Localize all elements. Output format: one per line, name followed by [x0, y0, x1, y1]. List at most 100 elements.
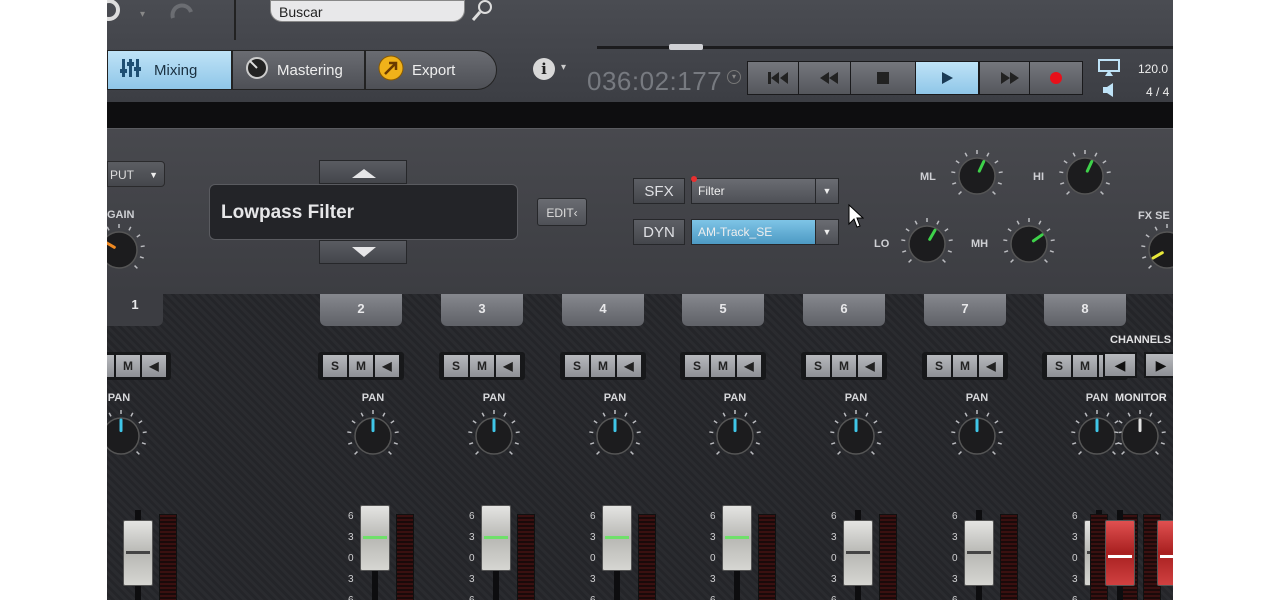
stop-button[interactable]	[850, 61, 916, 95]
channel-6-fader[interactable]	[843, 520, 873, 586]
speaker-mute-icon[interactable]: ◀	[858, 355, 882, 377]
eq-hi-knob[interactable]	[1057, 148, 1113, 204]
solo-button[interactable]: S	[685, 355, 709, 377]
channel-tab-2[interactable]: 2	[320, 294, 402, 326]
channel-4-solo-mute: S M ◀	[560, 352, 646, 380]
eq-lo-knob[interactable]	[899, 216, 955, 272]
channel-3-fader[interactable]	[481, 505, 511, 571]
fader-scale-label: 3	[710, 532, 716, 543]
dyn-button[interactable]: DYN	[633, 219, 685, 245]
edit-button-label: EDIT	[546, 206, 574, 220]
gain-knob[interactable]	[107, 222, 147, 278]
fader-scale-label: 6	[831, 511, 837, 522]
search-input[interactable]: Buscar	[270, 0, 465, 22]
edit-button[interactable]: EDIT‹	[537, 198, 587, 226]
speaker-mute-icon[interactable]: ◀	[979, 355, 1003, 377]
mute-button[interactable]: M	[953, 355, 977, 377]
speaker-mute-icon[interactable]: ◀	[496, 355, 520, 377]
solo-button[interactable]: S	[806, 355, 830, 377]
tab-mastering[interactable]: Mastering	[232, 50, 365, 90]
chevron-up-icon	[352, 169, 376, 178]
speaker-icon[interactable]	[1102, 82, 1116, 98]
fader-scale-label: 3	[348, 574, 354, 585]
channel-tab-6[interactable]: 6	[803, 294, 885, 326]
channel-4-pan-knob[interactable]	[587, 408, 643, 464]
sfx-button[interactable]: SFX	[633, 178, 685, 204]
channel-2-pan-knob[interactable]	[345, 408, 401, 464]
master-fader-right[interactable]	[1157, 520, 1173, 586]
channel-5-fader[interactable]	[722, 505, 752, 571]
channel-7-fader[interactable]	[964, 520, 994, 586]
play-button[interactable]	[915, 61, 979, 95]
channel-3-pan-knob[interactable]	[466, 408, 522, 464]
mute-button[interactable]: M	[832, 355, 856, 377]
channel-tab-7[interactable]: 7	[924, 294, 1006, 326]
mute-button[interactable]: M	[591, 355, 615, 377]
speaker-mute-icon[interactable]: ◀	[375, 355, 399, 377]
solo-button[interactable]: S	[107, 355, 114, 377]
search-icon[interactable]	[470, 0, 496, 22]
sfx-select[interactable]: Filter ▼	[691, 178, 839, 204]
channel-6-pan-knob[interactable]	[828, 408, 884, 464]
preset-prev-button[interactable]	[319, 160, 407, 184]
channel-tab-8[interactable]: 8	[1044, 294, 1126, 326]
mute-button[interactable]: M	[470, 355, 494, 377]
channel-tab-4[interactable]: 4	[562, 294, 644, 326]
mute-button[interactable]: M	[349, 355, 373, 377]
fader-scale-label: 0	[469, 553, 475, 564]
tab-mixing[interactable]: Mixing	[107, 50, 232, 90]
channel-1-level-meter	[159, 514, 177, 600]
song-position-handle[interactable]	[669, 44, 703, 50]
speaker-mute-icon[interactable]: ◀	[617, 355, 641, 377]
channels-label: CHANNELS	[1110, 334, 1172, 346]
tab-export[interactable]: Export	[365, 50, 497, 90]
fx-send-knob[interactable]	[1137, 222, 1173, 278]
record-icon	[1050, 72, 1062, 84]
channel-tab-5[interactable]: 5	[682, 294, 764, 326]
chevron-down-icon[interactable]: ▾	[561, 62, 566, 73]
solo-button[interactable]: S	[927, 355, 951, 377]
channel-1-fader[interactable]	[123, 520, 153, 586]
speaker-mute-icon[interactable]: ◀	[737, 355, 761, 377]
channels-next-button[interactable]: ▶	[1144, 352, 1173, 378]
solo-button[interactable]: S	[565, 355, 589, 377]
channel-5-pan-label: PAN	[723, 392, 747, 404]
channel-1-pan-knob[interactable]	[107, 408, 149, 464]
undo-redo-icons[interactable]: ▾	[107, 0, 207, 28]
channel-2-fader[interactable]	[360, 505, 390, 571]
channel-tab-1[interactable]: 1	[107, 290, 163, 326]
channel-4-fader[interactable]	[602, 505, 632, 571]
fader-scale-label: 3	[348, 532, 354, 543]
tempo-display[interactable]: 120.0	[1138, 62, 1168, 76]
monitor-knob[interactable]	[1112, 408, 1168, 464]
eq-ml-knob[interactable]	[949, 148, 1005, 204]
speaker-mute-icon[interactable]: ◀	[142, 355, 166, 377]
channel-7-pan-knob[interactable]	[949, 408, 1005, 464]
input-select[interactable]: PUT ▼	[107, 161, 165, 187]
time-format-icon[interactable]: ▾	[727, 70, 741, 84]
mute-button[interactable]: M	[116, 355, 140, 377]
channel-tab-3[interactable]: 3	[441, 294, 523, 326]
channel-2-level-meter	[396, 514, 414, 600]
monitor-screen-icon[interactable]	[1097, 58, 1121, 78]
record-button[interactable]	[1029, 61, 1083, 95]
solo-button[interactable]: S	[1047, 355, 1071, 377]
fader-scale-label: 6	[469, 596, 475, 600]
eq-mh-knob[interactable]	[1001, 216, 1057, 272]
mute-button[interactable]: M	[711, 355, 735, 377]
solo-button[interactable]: S	[323, 355, 347, 377]
fader-scale-label: 6	[952, 511, 958, 522]
channel-7-pan-label: PAN	[965, 392, 989, 404]
info-icon[interactable]: i	[533, 58, 555, 80]
preset-next-button[interactable]	[319, 240, 407, 264]
dyn-select[interactable]: AM-Track_SE ▼	[691, 219, 839, 245]
master-fader-left[interactable]	[1105, 520, 1135, 586]
channels-prev-button[interactable]: ◀	[1103, 352, 1137, 378]
time-signature-display[interactable]: 4 / 4	[1146, 85, 1169, 99]
fader-scale-label: 3	[590, 532, 596, 543]
mute-button[interactable]: M	[1073, 355, 1097, 377]
eq-lo-label: LO	[874, 238, 890, 250]
solo-button[interactable]: S	[444, 355, 468, 377]
chevron-down-icon: ▼	[815, 179, 838, 203]
channel-5-pan-knob[interactable]	[707, 408, 763, 464]
